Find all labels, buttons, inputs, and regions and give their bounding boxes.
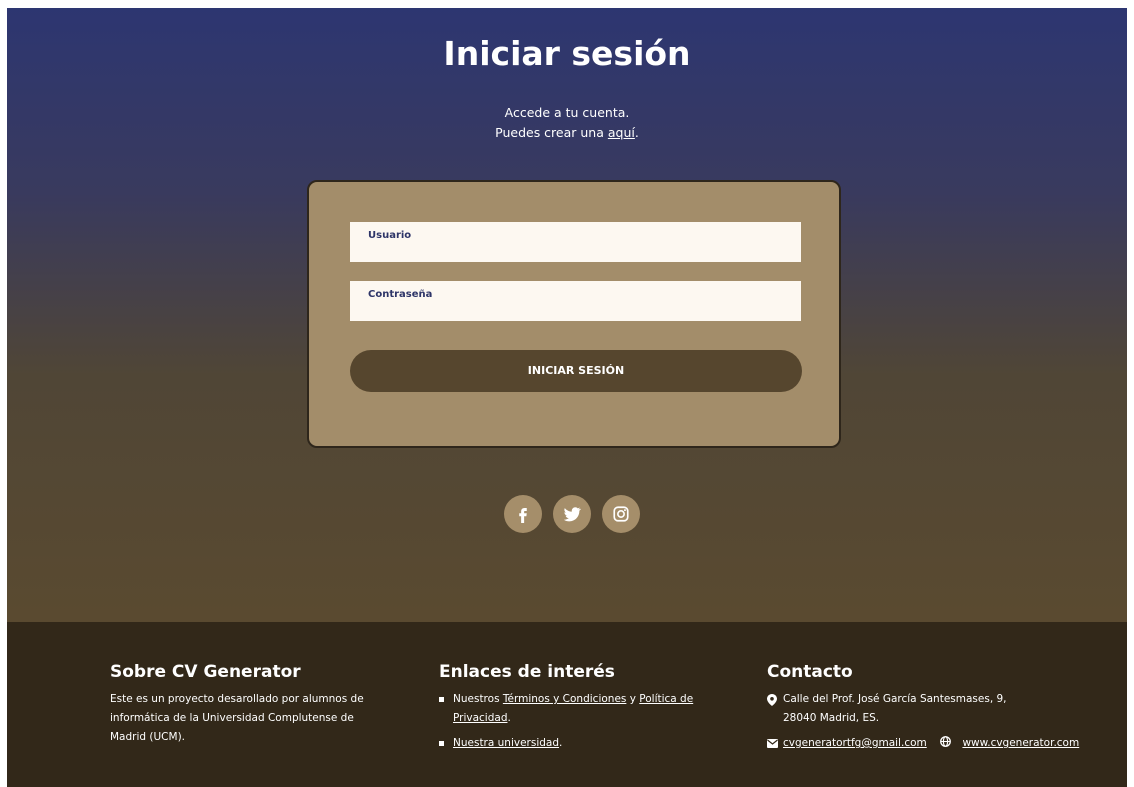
- instagram-icon: [613, 506, 629, 522]
- privacy-link-cont[interactable]: Privacidad: [453, 712, 507, 724]
- contact-address: Calle del Prof. José García Santesmases,…: [767, 690, 1122, 728]
- footer-links-list: Nuestros Términos y Condiciones y Políti…: [439, 690, 739, 753]
- university-link[interactable]: Nuestra universidad: [453, 737, 559, 749]
- about-line-2: informática de la Universidad Complutens…: [110, 712, 354, 724]
- footer-link-item-university: Nuestra universidad.: [439, 734, 739, 753]
- footer-contact-heading: Contacto: [767, 662, 853, 682]
- twitter-button[interactable]: [553, 495, 591, 533]
- facebook-button[interactable]: [504, 495, 542, 533]
- contact-links: cvgeneratortfg@gmail.com www.cvgenerator…: [767, 734, 1122, 753]
- links-item1-prefix: Nuestros: [453, 693, 503, 705]
- footer-contact: Contacto Calle del Prof. José García San…: [767, 662, 1122, 753]
- links-item1-suffix: .: [507, 712, 511, 724]
- hero-section: Iniciar sesión Accede a tu cuenta. Puede…: [7, 8, 1127, 622]
- username-field[interactable]: Usuario: [350, 222, 801, 262]
- subtitle-suffix: .: [634, 125, 639, 140]
- footer-contact-list: Calle del Prof. José García Santesmases,…: [767, 690, 1122, 753]
- links-item1-middle: y: [626, 693, 640, 705]
- page-title: Iniciar sesión: [443, 34, 691, 73]
- twitter-icon: [563, 507, 581, 522]
- login-submit-button[interactable]: INICIAR SESIÓN: [350, 350, 802, 392]
- bullet-icon: [439, 741, 444, 746]
- create-account-link[interactable]: aquí: [608, 125, 635, 140]
- page-frame: Iniciar sesión Accede a tu cuenta. Puede…: [7, 8, 1127, 787]
- username-label: Usuario: [368, 230, 412, 241]
- footer-link-item-terms: Nuestros Términos y Condiciones y Políti…: [439, 690, 739, 728]
- footer: Sobre CV Generator Este es un proyecto d…: [7, 622, 1127, 787]
- location-pin-icon: [767, 694, 777, 706]
- bullet-icon: [439, 697, 444, 702]
- website-link[interactable]: www.cvgenerator.com: [962, 737, 1079, 749]
- about-line-3: Madrid (UCM).: [110, 731, 186, 743]
- about-line-1: Este es un proyecto desarollado por alum…: [110, 693, 364, 705]
- subtitle-line-2: Puedes crear una aquí.: [7, 123, 1127, 143]
- privacy-link[interactable]: Política de: [639, 693, 693, 705]
- footer-about-text: Este es un proyecto desarollado por alum…: [110, 690, 400, 747]
- envelope-icon: [767, 739, 778, 748]
- terms-link[interactable]: Términos y Condiciones: [503, 693, 627, 705]
- footer-about-heading: Sobre CV Generator: [110, 662, 301, 682]
- instagram-button[interactable]: [602, 495, 640, 533]
- globe-icon: [940, 736, 952, 747]
- footer-links: Enlaces de interés Nuestros Términos y C…: [439, 662, 739, 753]
- email-link[interactable]: cvgeneratortfg@gmail.com: [783, 737, 927, 749]
- footer-about: Sobre CV Generator Este es un proyecto d…: [110, 662, 400, 747]
- links-item2-suffix: .: [559, 737, 563, 749]
- subtitle-line-1: Accede a tu cuenta.: [504, 105, 630, 120]
- address-line-1: Calle del Prof. José García Santesmases,…: [783, 693, 1007, 705]
- footer-links-heading: Enlaces de interés: [439, 662, 615, 682]
- facebook-icon: [519, 508, 527, 523]
- page-subtitle: Accede a tu cuenta. Puedes crear una aqu…: [7, 103, 1127, 143]
- login-card: Usuario Contraseña INICIAR SESIÓN: [307, 180, 841, 448]
- password-label: Contraseña: [368, 289, 433, 300]
- password-field[interactable]: Contraseña: [350, 281, 801, 321]
- address-line-2: 28040 Madrid, ES.: [783, 712, 880, 724]
- subtitle-prefix: Puedes crear una: [495, 125, 608, 140]
